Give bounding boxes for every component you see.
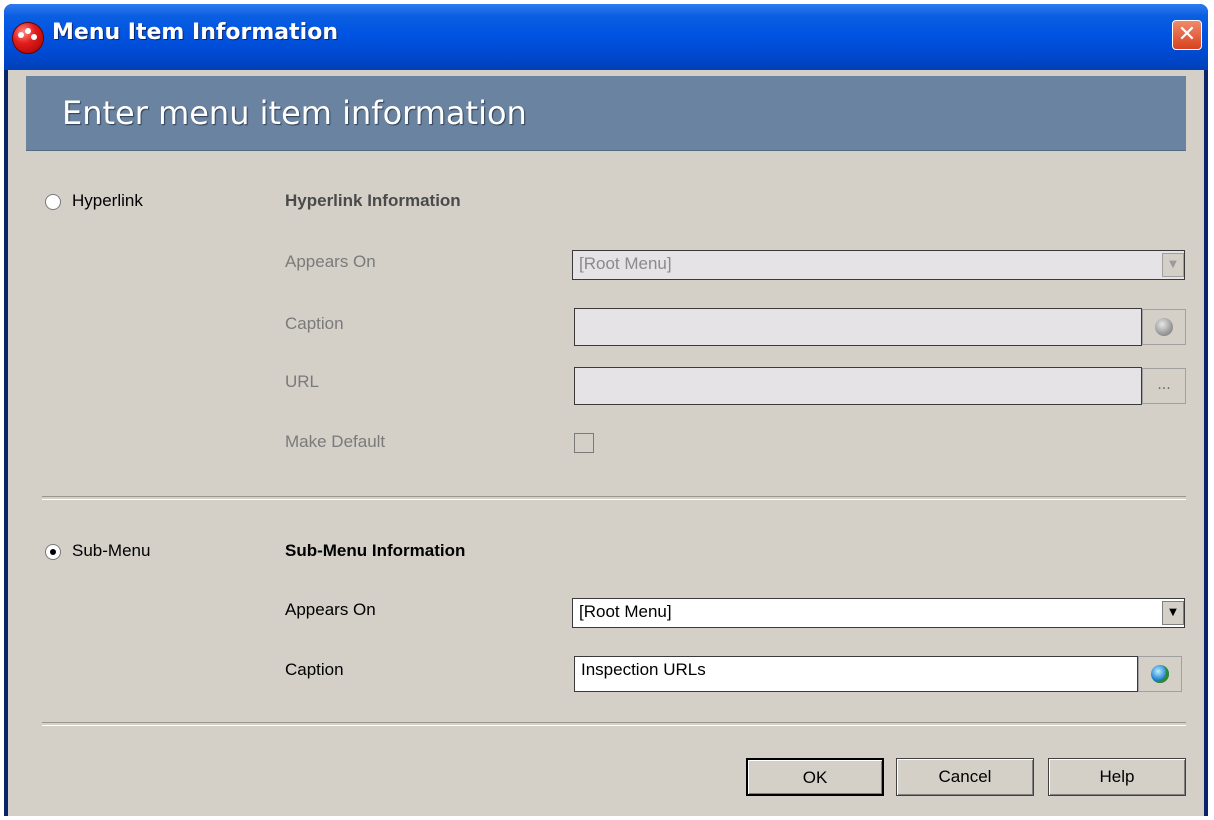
hyperlink-appears-on-value: [Root Menu]	[579, 254, 672, 273]
hyperlink-caption-label: Caption	[285, 314, 344, 333]
close-button[interactable]: ✕	[1172, 20, 1202, 50]
hyperlink-radio[interactable]	[45, 194, 61, 210]
hyperlink-caption-input[interactable]	[574, 308, 1142, 346]
help-button[interactable]: Help	[1048, 758, 1186, 796]
url-browse-button[interactable]: ...	[1142, 368, 1186, 404]
submenu-caption-input[interactable]: Inspection URLs	[574, 656, 1138, 692]
submenu-section-heading: Sub-Menu Information	[285, 541, 466, 560]
hyperlink-appears-on-select[interactable]: [Root Menu]	[572, 250, 1185, 280]
globe-icon	[1151, 665, 1169, 683]
hyperlink-url-label: URL	[285, 372, 320, 391]
section-divider	[42, 496, 1186, 500]
submenu-caption-translate-button[interactable]	[1138, 656, 1182, 692]
cancel-button[interactable]: Cancel	[896, 758, 1034, 796]
globe-icon	[1155, 318, 1173, 336]
hyperlink-section-heading: Hyperlink Information	[285, 191, 461, 210]
chevron-down-icon[interactable]: ▼	[1162, 601, 1184, 625]
submenu-appears-on-value: [Root Menu]	[579, 602, 672, 621]
title-bar[interactable]: Menu Item Information ✕	[4, 4, 1208, 70]
make-default-checkbox[interactable]	[574, 433, 594, 453]
section-divider	[42, 722, 1186, 726]
hyperlink-url-input[interactable]	[574, 367, 1142, 405]
chevron-down-icon[interactable]: ▼	[1162, 253, 1184, 277]
dialog-client: Enter menu item information Hyperlink Hy…	[8, 70, 1204, 816]
hyperlink-caption-translate-button[interactable]	[1142, 309, 1186, 345]
hyperlink-appears-on-label: Appears On	[285, 252, 376, 271]
make-default-label: Make Default	[285, 432, 386, 451]
submenu-appears-on-select[interactable]: [Root Menu]	[572, 598, 1185, 628]
submenu-caption-label: Caption	[285, 660, 344, 679]
ok-button[interactable]: OK	[746, 758, 884, 796]
submenu-radio[interactable]	[45, 544, 61, 560]
banner-title: Enter menu item information	[62, 94, 527, 132]
close-icon: ✕	[1177, 22, 1197, 47]
hyperlink-radio-label[interactable]: Hyperlink	[72, 191, 143, 211]
app-icon	[12, 22, 44, 54]
header-banner: Enter menu item information	[26, 76, 1186, 151]
window-title: Menu Item Information	[52, 20, 338, 45]
submenu-radio-label[interactable]: Sub-Menu	[72, 541, 150, 561]
dialog-window: Menu Item Information ✕ Enter menu item …	[4, 4, 1208, 816]
submenu-appears-on-label: Appears On	[285, 600, 376, 619]
